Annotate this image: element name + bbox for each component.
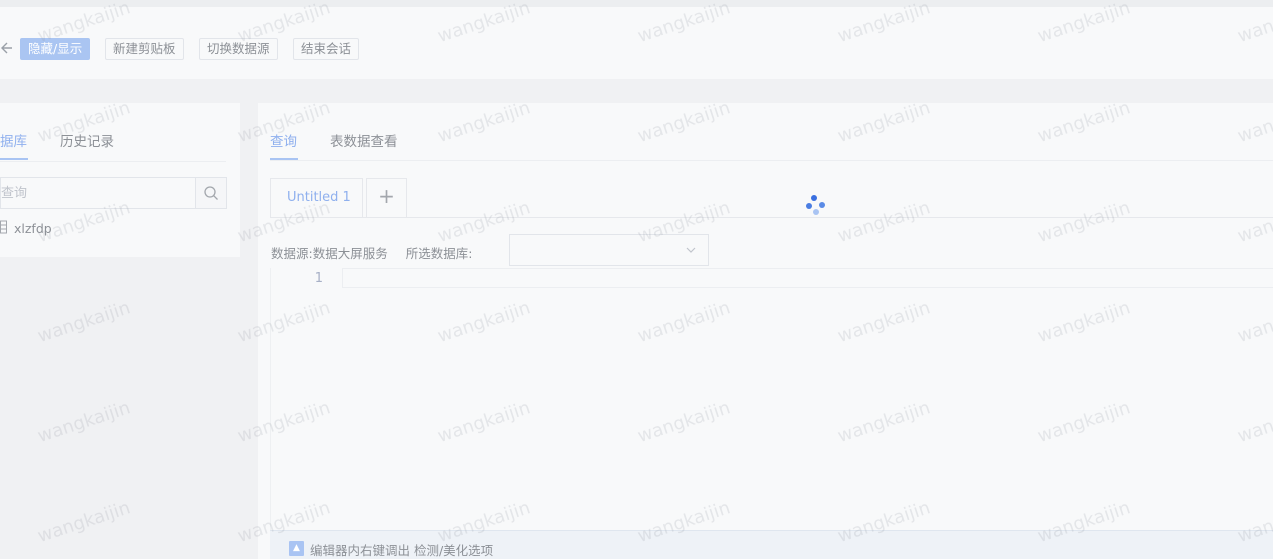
search-field: [0, 177, 195, 209]
tab-history[interactable]: 历史记录: [60, 130, 114, 150]
database-label: 所选数据库:: [405, 246, 473, 261]
datasource-row: 数据源:数据大屏服务 所选数据库:: [271, 243, 472, 262]
code-editor[interactable]: 1: [270, 268, 1273, 530]
editor-tab-untitled[interactable]: Untitled 1: [270, 178, 363, 217]
end-session-button[interactable]: 结束会话: [293, 38, 360, 60]
search-input[interactable]: [1, 178, 191, 208]
watermark-text: wangkaijin: [35, 297, 133, 347]
toolbar: 隐藏/显示 新建剪贴板 切换数据源 结束会话: [0, 7, 1273, 79]
line-number: 1: [314, 271, 323, 286]
tab-query[interactable]: 查询: [270, 130, 297, 150]
main-tabs: 查询 表数据查看: [270, 103, 1273, 161]
active-tab-indicator: [0, 158, 28, 160]
loading-spinner-icon: [805, 194, 829, 218]
search-button[interactable]: [195, 177, 227, 209]
arrow-left-icon[interactable]: [0, 38, 14, 58]
warning-triangle-icon: ▲: [289, 541, 304, 556]
tab-table-data[interactable]: 表数据查看: [330, 130, 398, 150]
watermark-text: wangkaijin: [35, 497, 133, 547]
left-tabs: 据库 历史记录: [0, 103, 226, 162]
switch-datasource-button[interactable]: 切换数据源: [199, 38, 278, 60]
database-select[interactable]: [509, 234, 709, 266]
editor-tabs: Untitled 1 +: [270, 178, 1273, 218]
hint-text: 编辑器内右键调出 检测/美化选项: [310, 543, 494, 558]
active-tab-indicator: [270, 158, 298, 160]
search-icon: [196, 186, 226, 212]
tree-item-label: xlzfdp: [13, 221, 52, 236]
toggle-visibility-button[interactable]: 隐藏/显示: [20, 38, 91, 60]
tab-database[interactable]: 据库: [0, 130, 27, 150]
tree-item-database[interactable]: xlzfdp: [0, 220, 52, 240]
main-panel: 查询 表数据查看 Untitled 1 + 数据源:数据大屏服务 所选数据库: …: [258, 103, 1273, 559]
add-tab-button[interactable]: +: [366, 178, 407, 217]
datasource-label: 数据源:: [271, 246, 313, 261]
chevron-down-icon: [685, 244, 697, 260]
left-panel: 据库 历史记录 xlzfdp: [0, 103, 240, 257]
new-clipboard-button[interactable]: 新建剪贴板: [105, 38, 184, 60]
datasource-value: 数据大屏服务: [312, 246, 388, 261]
code-line-current[interactable]: [342, 268, 1273, 288]
top-strip: [0, 0, 1273, 7]
hint-bar: ▲ 编辑器内右键调出 检测/美化选项: [270, 530, 1273, 559]
watermark-text: wangkaijin: [35, 397, 133, 447]
database-icon: [0, 220, 8, 237]
